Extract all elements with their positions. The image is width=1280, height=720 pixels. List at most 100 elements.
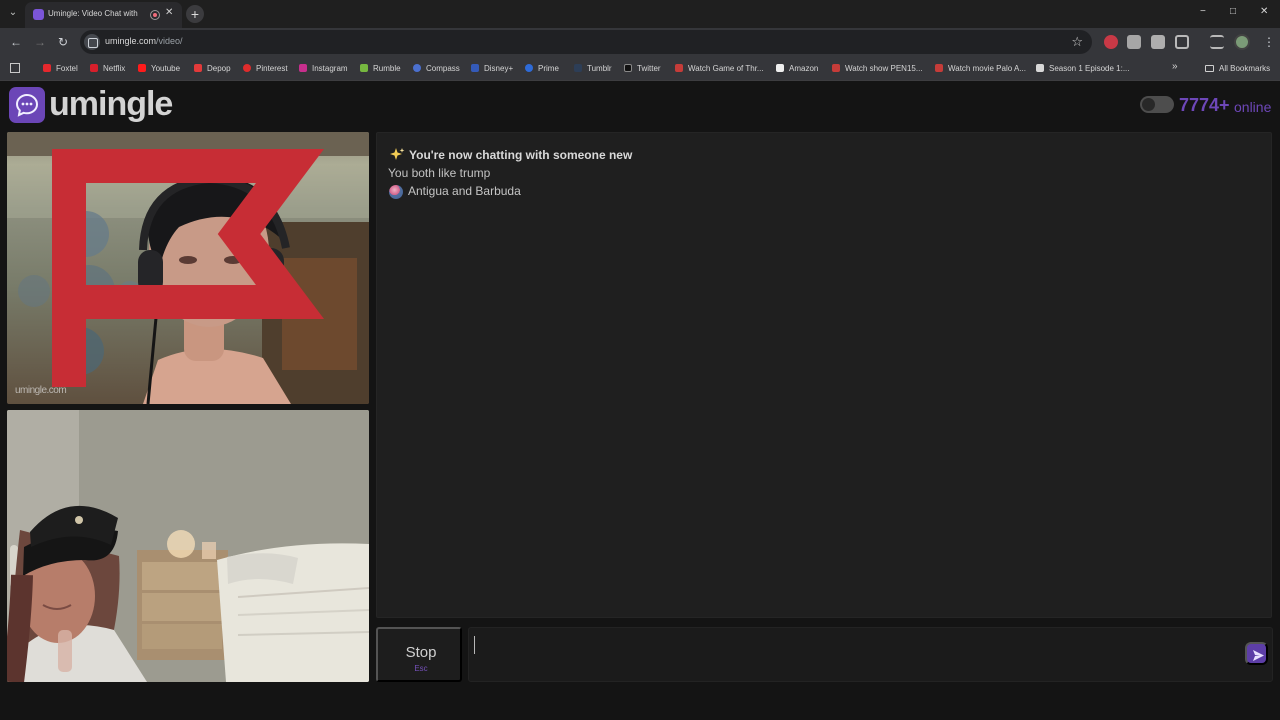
bookmark-disney[interactable]: Disney+ bbox=[471, 61, 513, 76]
video-site-icon bbox=[832, 64, 840, 72]
dark-mode-toggle[interactable] bbox=[1140, 96, 1174, 113]
compass-icon bbox=[413, 64, 421, 72]
bookmark-youtube[interactable]: Youtube bbox=[138, 61, 180, 76]
stop-label: Stop bbox=[405, 644, 437, 661]
pinterest-icon bbox=[243, 64, 251, 72]
extension-square-icon[interactable] bbox=[1151, 35, 1165, 49]
bookmark-label: Pinterest bbox=[256, 64, 288, 73]
amazon-icon bbox=[776, 64, 784, 72]
send-button[interactable] bbox=[1245, 642, 1268, 665]
minimize-icon[interactable]: − bbox=[1200, 6, 1206, 17]
bookmark-palo-alto[interactable]: Watch movie Palo A... bbox=[935, 61, 1026, 76]
new-tab-button[interactable]: + bbox=[186, 5, 204, 23]
bookmark-label: Netflix bbox=[103, 64, 126, 73]
browser-toolbar: ← → ↻ umingle.com/video/ ☆ ⋮ bbox=[0, 28, 1280, 56]
browser-menu-icon[interactable]: ⋮ bbox=[1263, 35, 1275, 49]
sparkles-icon bbox=[390, 148, 405, 160]
url-path: /video/ bbox=[156, 36, 183, 46]
bookmark-label: Tumblr bbox=[587, 64, 612, 73]
message-composer[interactable] bbox=[468, 627, 1273, 682]
all-bookmarks-button[interactable]: All Bookmarks bbox=[1205, 61, 1270, 76]
online-count: 7774+ bbox=[1179, 95, 1230, 115]
bookmark-label: Twitter bbox=[637, 64, 661, 73]
globe-icon bbox=[389, 185, 403, 199]
remote-video: umingle.com bbox=[7, 132, 369, 404]
bookmark-label: Prime bbox=[538, 64, 559, 73]
bookmark-foxtel[interactable]: Foxtel bbox=[43, 61, 78, 76]
common-interest-message: You both like trump bbox=[388, 166, 491, 180]
bookmark-netflix[interactable]: Netflix bbox=[90, 61, 125, 76]
close-tab-icon[interactable]: ✕ bbox=[165, 7, 173, 18]
umingle-app: umingle 7774+ online umingle.com You're … bbox=[0, 81, 1280, 720]
document-icon bbox=[1036, 64, 1044, 72]
online-label: online bbox=[1234, 99, 1272, 115]
chat-panel[interactable]: You're now chatting with someone new You… bbox=[376, 132, 1272, 618]
escape-key-hint: Esc bbox=[414, 664, 428, 673]
report-flag-icon[interactable] bbox=[7, 132, 369, 404]
local-video-scene bbox=[7, 410, 369, 682]
bookmark-game-of-thrones[interactable]: Watch Game of Thr... bbox=[675, 61, 764, 76]
partner-country: Antigua and Barbuda bbox=[408, 184, 521, 198]
text-cursor bbox=[474, 636, 475, 654]
bookmark-label: Rumble bbox=[373, 64, 401, 73]
bookmark-compass[interactable]: Compass bbox=[413, 61, 460, 76]
bookmark-twitter[interactable]: Twitter bbox=[624, 61, 661, 76]
extension-record-icon[interactable] bbox=[1104, 35, 1118, 49]
profile-avatar[interactable] bbox=[1234, 34, 1250, 50]
bookmark-prime[interactable]: Prime bbox=[525, 61, 559, 76]
browser-window: ⌄ Umingle: Video Chat with S ✕ + − □ ✕ ←… bbox=[0, 0, 1280, 81]
video-site-icon bbox=[935, 64, 943, 72]
foxtel-icon bbox=[43, 64, 51, 72]
site-info-icon[interactable] bbox=[84, 34, 100, 50]
all-bookmarks-label: All Bookmarks bbox=[1219, 64, 1271, 73]
bookmark-label: Watch Game of Thr... bbox=[688, 64, 764, 73]
tumblr-icon bbox=[574, 64, 582, 72]
bookmark-tumblr[interactable]: Tumblr bbox=[574, 61, 612, 76]
umingle-favicon-icon bbox=[33, 9, 44, 20]
bookmark-pen15[interactable]: Watch show PEN15... bbox=[832, 61, 923, 76]
media-controls-icon[interactable] bbox=[1210, 35, 1224, 49]
chat-bubble-icon bbox=[15, 93, 39, 117]
umingle-logo-text[interactable]: umingle bbox=[49, 85, 173, 124]
back-icon[interactable]: ← bbox=[10, 35, 22, 49]
more-bookmarks-icon[interactable]: » bbox=[1172, 61, 1178, 72]
close-window-icon[interactable]: ✕ bbox=[1260, 6, 1268, 17]
netflix-icon bbox=[90, 64, 98, 72]
active-tab[interactable]: Umingle: Video Chat with S ✕ bbox=[25, 2, 182, 28]
extension-game-icon[interactable] bbox=[1127, 35, 1141, 49]
apps-grid-icon[interactable] bbox=[10, 63, 20, 73]
bookmark-amazon[interactable]: Amazon bbox=[776, 61, 818, 76]
stop-button[interactable]: Stop Esc bbox=[376, 627, 462, 682]
bookmark-label: Watch show PEN15... bbox=[845, 64, 923, 73]
tab-search-icon[interactable]: ⌄ bbox=[5, 5, 21, 21]
message-input[interactable] bbox=[473, 633, 1233, 665]
bookmarks-bar: Foxtel Netflix Youtube Depop Pinterest I… bbox=[0, 56, 1280, 81]
restore-icon[interactable]: □ bbox=[1230, 6, 1236, 17]
address-bar[interactable]: umingle.com/video/ ☆ bbox=[80, 30, 1092, 54]
bookmark-season-1[interactable]: Season 1 Episode 1:... bbox=[1036, 61, 1130, 76]
forward-icon[interactable]: → bbox=[34, 35, 46, 49]
bookmark-label: Season 1 Episode 1:... bbox=[1049, 64, 1130, 73]
url-text[interactable]: umingle.com/video/ bbox=[105, 36, 183, 46]
bookmark-instagram[interactable]: Instagram bbox=[299, 61, 348, 76]
bookmark-label: Instagram bbox=[312, 64, 348, 73]
bookmark-depop[interactable]: Depop bbox=[194, 61, 231, 76]
rumble-icon bbox=[360, 64, 368, 72]
chat-bubble-logo-icon bbox=[9, 87, 45, 123]
extensions-puzzle-icon[interactable] bbox=[1175, 35, 1189, 49]
bookmark-label: Amazon bbox=[789, 64, 819, 73]
bookmark-label: Watch movie Palo A... bbox=[948, 64, 1026, 73]
bookmark-rumble[interactable]: Rumble bbox=[360, 61, 401, 76]
prime-icon bbox=[525, 64, 533, 72]
reload-icon[interactable]: ↻ bbox=[58, 35, 68, 49]
bookmark-label: Depop bbox=[207, 64, 231, 73]
video-site-icon bbox=[675, 64, 683, 72]
chat-status-message: You're now chatting with someone new bbox=[409, 148, 633, 162]
youtube-icon bbox=[138, 64, 146, 72]
bookmark-pinterest[interactable]: Pinterest bbox=[243, 61, 288, 76]
bookmark-star-icon[interactable]: ☆ bbox=[1071, 34, 1083, 50]
bookmark-label: Disney+ bbox=[484, 64, 514, 73]
send-icon bbox=[1253, 650, 1264, 661]
folder-icon bbox=[1205, 65, 1214, 72]
tab-title: Umingle: Video Chat with S bbox=[48, 9, 140, 18]
